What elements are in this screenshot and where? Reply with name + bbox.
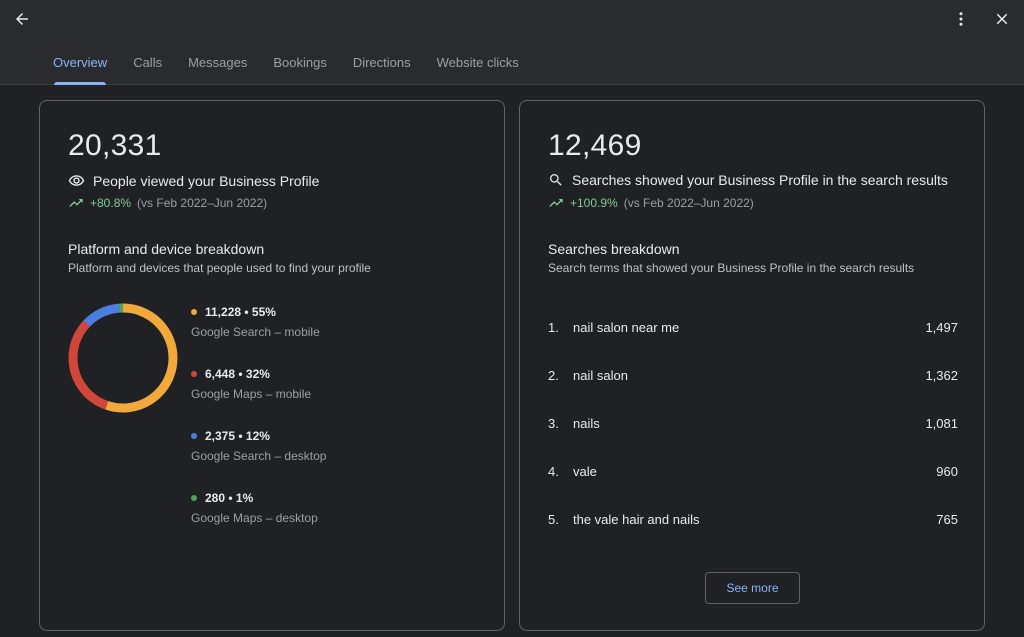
- legend-dot: [191, 495, 197, 501]
- views-card: 20,331 People viewed your Business Profi…: [39, 100, 505, 631]
- searches-total: 12,469: [548, 129, 642, 162]
- search-term-count: 1,497: [925, 319, 958, 335]
- legend-stat: 6,448 • 32%: [205, 367, 270, 381]
- search-term-row[interactable]: 4. vale 960: [548, 447, 958, 495]
- more-options-button[interactable]: [945, 3, 977, 35]
- search-term-index: 1.: [548, 319, 559, 335]
- close-icon: [996, 13, 1008, 25]
- close-button[interactable]: [986, 3, 1018, 35]
- search-term-count: 1,362: [925, 367, 958, 383]
- platform-legend: 11,228 • 55% Google Search – mobile 6,44…: [191, 305, 326, 553]
- legend-stat: 2,375 • 12%: [205, 429, 270, 443]
- searches-metric: Searches showed your Business Profile in…: [548, 172, 948, 188]
- search-terms-list: 1. nail salon near me 1,497 2. nail salo…: [548, 303, 958, 543]
- views-total: 20,331: [68, 129, 162, 162]
- legend-label: Google Maps – mobile: [191, 387, 312, 401]
- arrow-back-icon: [16, 13, 28, 25]
- trending-up-icon: [69, 199, 83, 207]
- legend-dot: [191, 371, 197, 377]
- searches-breakdown-subtitle: Search terms that showed your Business P…: [548, 261, 915, 275]
- see-more-button[interactable]: See more: [705, 572, 800, 604]
- top-bar: Overview Calls Messages Bookings Directi…: [0, 0, 1024, 85]
- searches-breakdown-title: Searches breakdown: [548, 241, 680, 257]
- legend-label: Google Search – mobile: [191, 325, 320, 339]
- legend-item: 280 • 1% Google Maps – desktop: [191, 491, 326, 553]
- views-change-percent: +80.8%: [90, 196, 132, 210]
- search-term-index: 3.: [548, 415, 559, 431]
- search-term-text: nail salon near me: [573, 319, 680, 335]
- views-change: +80.8% (vs Feb 2022–Jun 2022): [68, 195, 267, 211]
- more-vert-icon: [959, 12, 963, 26]
- searches-change: +100.9% (vs Feb 2022–Jun 2022): [548, 195, 754, 211]
- tab-calls[interactable]: Calls: [120, 46, 175, 85]
- legend-dot: [191, 433, 197, 439]
- tab-bar: Overview Calls Messages Bookings Directi…: [40, 46, 532, 85]
- tab-overview[interactable]: Overview: [40, 46, 120, 85]
- search-term-count: 765: [936, 511, 958, 527]
- search-term-text: nails: [573, 415, 600, 431]
- legend-stat: 11,228 • 55%: [205, 305, 276, 319]
- tab-website-clicks[interactable]: Website clicks: [424, 46, 532, 85]
- searches-description: Searches showed your Business Profile in…: [572, 172, 948, 188]
- search-term-index: 2.: [548, 367, 559, 383]
- searches-comparison: (vs Feb 2022–Jun 2022): [623, 196, 754, 210]
- trending-up-icon: [549, 199, 563, 207]
- search-term-row[interactable]: 2. nail salon 1,362: [548, 351, 958, 399]
- tab-bookings[interactable]: Bookings: [260, 46, 339, 85]
- platform-title: Platform and device breakdown: [68, 241, 265, 257]
- searches-card: 12,469 Searches showed your Business Pro…: [519, 100, 985, 631]
- platform-donut-chart: [68, 303, 178, 413]
- views-comparison: (vs Feb 2022–Jun 2022): [137, 196, 268, 210]
- legend-item: 6,448 • 32% Google Maps – mobile: [191, 367, 326, 429]
- back-button[interactable]: [6, 3, 38, 35]
- searches-change-percent: +100.9%: [570, 196, 618, 210]
- legend-dot: [191, 309, 197, 315]
- views-description: People viewed your Business Profile: [93, 172, 320, 189]
- search-term-index: 4.: [548, 463, 559, 479]
- views-metric: People viewed your Business Profile: [68, 172, 319, 189]
- legend-item: 11,228 • 55% Google Search – mobile: [191, 305, 326, 367]
- legend-label: Google Search – desktop: [191, 449, 327, 463]
- search-icon: [550, 174, 562, 186]
- legend-item: 2,375 • 12% Google Search – desktop: [191, 429, 326, 491]
- search-term-text: the vale hair and nails: [573, 511, 700, 527]
- search-term-text: nail salon: [573, 367, 628, 383]
- legend-label: Google Maps – desktop: [191, 511, 318, 525]
- search-term-row[interactable]: 3. nails 1,081: [548, 399, 958, 447]
- tab-messages[interactable]: Messages: [175, 46, 260, 85]
- search-term-count: 1,081: [925, 415, 958, 431]
- legend-stat: 280 • 1%: [205, 491, 254, 505]
- search-term-row[interactable]: 1. nail salon near me 1,497: [548, 303, 958, 351]
- search-term-row[interactable]: 5. the vale hair and nails 765: [548, 495, 958, 543]
- search-term-count: 960: [936, 463, 958, 479]
- eye-icon: [68, 175, 85, 186]
- platform-subtitle: Platform and devices that people used to…: [68, 261, 371, 275]
- search-term-text: vale: [573, 463, 597, 479]
- search-term-index: 5.: [548, 511, 559, 527]
- tab-directions[interactable]: Directions: [340, 46, 424, 85]
